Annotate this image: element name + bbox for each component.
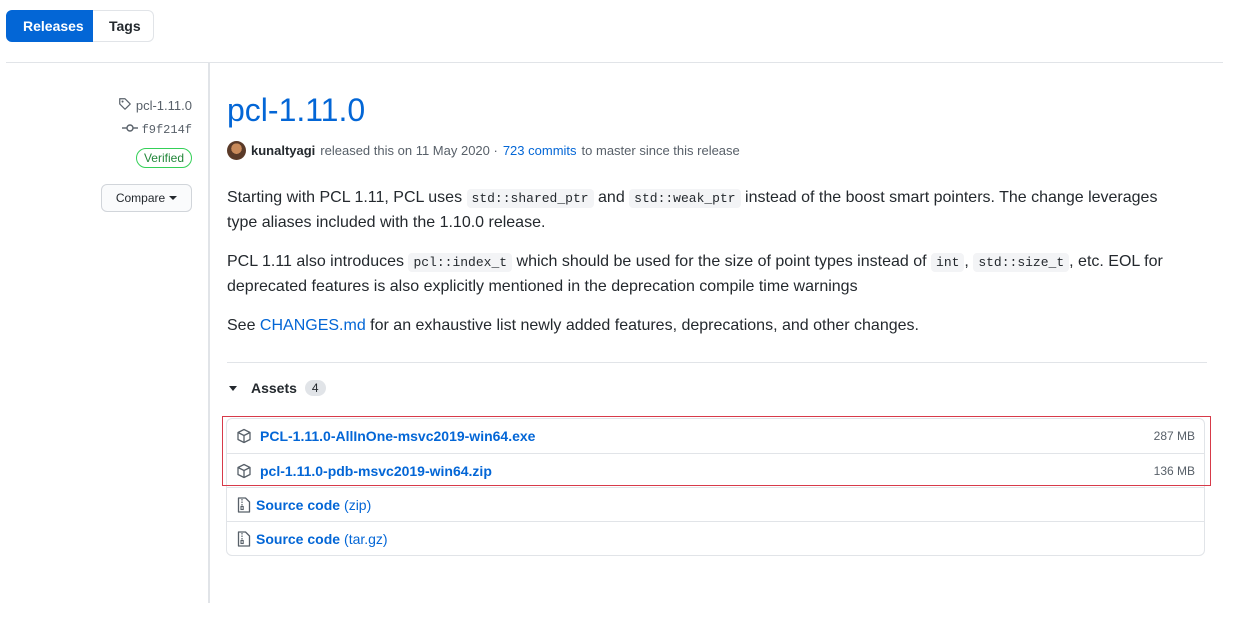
file-zip-icon [236,530,252,547]
compare-label: Compare [115,191,166,205]
tab-tags[interactable]: Tags [93,10,154,42]
tag-label: pcl-1.11.0 [135,98,192,113]
timeline-line [208,63,210,603]
release-byline: kunaltyagi released this on 11 May 2020 … [227,141,740,160]
triangle-down-icon [229,385,237,391]
sidebar-tag[interactable]: pcl-1.11.0 [0,97,192,114]
compare-button[interactable]: Compare [101,184,192,212]
tab-releases[interactable]: Releases [6,10,93,42]
p2-code-size-t: std::size_t [973,253,1070,272]
commits-link[interactable]: 723 commits [503,143,577,158]
release-paragraph-1: Starting with PCL 1.11, PCL uses std::sh… [227,186,1187,235]
source-code-link[interactable]: Source code [256,497,340,513]
source-code-link[interactable]: Source code [256,531,340,547]
commit-sha: f9f214f [141,123,192,137]
since-text: to master since this release [581,143,740,158]
p3-text-b: for an exhaustive list newly added featu… [370,317,919,334]
p2-code-index-t: pcl::index_t [408,253,513,272]
source-code-format[interactable]: (zip) [344,497,371,513]
release-paragraph-3: See CHANGES.md for an exhaustive list ne… [227,314,1187,338]
p2-text-a: PCL 1.11 also introduces [227,253,404,270]
asset-name[interactable]: pcl-1.11.0-pdb-msvc2019-win64.zip [260,463,492,479]
p1-text-b: and [598,189,625,206]
verified-badge[interactable]: Verified [135,148,192,168]
asset-row[interactable]: pcl-1.11.0-pdb-msvc2019-win64.zip 136 MB [227,453,1204,487]
source-code-format[interactable]: (tar.gz) [344,531,388,547]
git-commit-icon [121,123,138,137]
release-paragraph-2: PCL 1.11 also introduces pcl::index_t wh… [227,250,1187,299]
changes-md-link[interactable]: CHANGES.md [260,317,366,334]
package-icon [236,428,252,444]
p1-code-weak-ptr: std::weak_ptr [629,189,741,208]
assets-list: PCL-1.11.0-AllInOne-msvc2019-win64.exe 2… [226,418,1205,556]
tag-icon [118,97,132,114]
package-icon [236,463,252,479]
assets-count: 4 [304,380,326,396]
sidebar-commit[interactable]: f9f214f [0,123,192,137]
released-text: released this on 11 May 2020 · [320,143,498,158]
asset-row[interactable]: PCL-1.11.0-AllInOne-msvc2019-win64.exe 2… [227,419,1204,453]
asset-row[interactable]: Source code (zip) [227,487,1204,521]
avatar[interactable] [227,141,246,160]
release-tabs: Releases Tags [6,10,154,42]
p2-text-b: which should be used for the size of poi… [516,253,927,270]
author-link[interactable]: kunaltyagi [251,143,315,158]
p1-text-a: Starting with PCL 1.11, PCL uses [227,189,463,206]
p2-text-c: , [964,253,969,270]
body-divider [227,362,1207,363]
asset-name[interactable]: PCL-1.11.0-AllInOne-msvc2019-win64.exe [260,428,535,444]
caret-down-icon [169,196,178,200]
asset-size: 287 MB [1153,429,1195,443]
top-divider [6,62,1223,63]
asset-size: 136 MB [1153,463,1195,478]
assets-toggle[interactable]: Assets 4 [229,380,326,396]
p2-code-int: int [931,253,965,272]
p3-text-a: See [227,317,256,334]
file-zip-icon [236,496,252,513]
assets-label: Assets [251,380,297,396]
release-title[interactable]: pcl-1.11.0 [227,92,365,129]
asset-row[interactable]: Source code (tar.gz) [227,521,1204,555]
p1-code-shared-ptr: std::shared_ptr [466,189,594,208]
